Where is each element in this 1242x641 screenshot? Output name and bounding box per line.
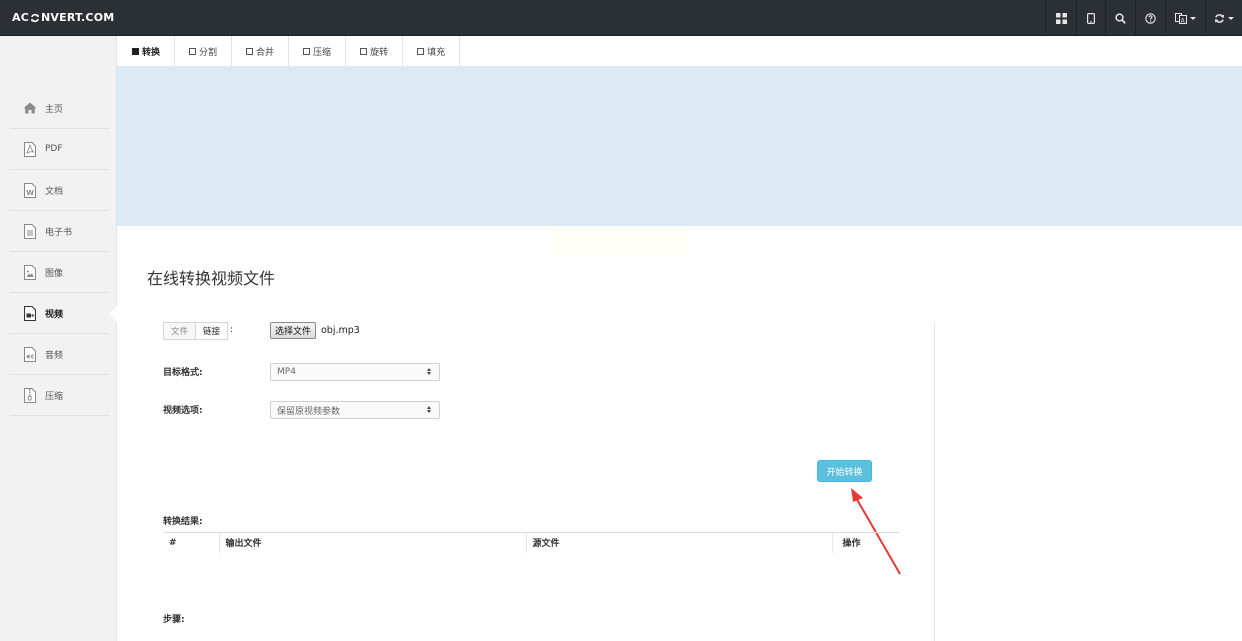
column-header-source: 源文件	[525, 532, 832, 553]
mobile-view-button[interactable]	[1076, 0, 1105, 36]
square-outline-icon	[360, 47, 368, 55]
source-type-toggle: 文件 链接	[163, 322, 229, 340]
sidebar-item-label: 电子书	[45, 227, 73, 238]
video-options-value: 保留原视频参数	[277, 406, 341, 417]
sidebar-item-document[interactable]: W 文档	[10, 170, 109, 211]
tab-fill[interactable]: 填充	[403, 36, 461, 66]
steps-label: 步骤:	[163, 615, 185, 625]
tab-label: 旋转	[370, 47, 389, 58]
tab-rotate[interactable]: 旋转	[346, 36, 404, 66]
tab-label: 填充	[427, 47, 446, 58]
video-options-select[interactable]: 保留原视频参数	[270, 401, 440, 419]
source-colon: :	[230, 325, 234, 335]
banner-ad-area	[117, 66, 1242, 226]
tab-label: 合并	[256, 47, 275, 58]
sidebar-item-image[interactable]: 图像	[10, 252, 109, 293]
table-header-row: # 输出文件 源文件 操作	[163, 532, 899, 553]
sidebar-item-label: 图像	[45, 268, 64, 279]
active-item-pointer	[109, 306, 117, 322]
select-arrows-icon	[427, 406, 431, 413]
grid-icon	[1055, 12, 1067, 24]
tab-convert[interactable]: 转换	[118, 36, 176, 66]
home-icon	[19, 102, 41, 114]
page-title: 在线转换视频文件	[147, 269, 276, 288]
help-button[interactable]	[1135, 0, 1165, 36]
square-outline-icon	[189, 47, 197, 55]
sidebar-item-home[interactable]: 主页	[10, 88, 109, 129]
chevron-down-icon	[1228, 16, 1234, 20]
search-button[interactable]	[1105, 0, 1135, 36]
logo-text-right: NVERT.COM	[41, 11, 115, 24]
convert-form-panel	[147, 322, 935, 641]
tablet-icon	[1087, 12, 1095, 24]
logo-refresh-icon	[31, 13, 39, 22]
tab-split[interactable]: 分割	[175, 36, 233, 66]
sidebar-item-label: 音频	[45, 350, 64, 361]
sidebar-item-label: PDF	[45, 144, 63, 154]
image-file-icon	[19, 264, 41, 280]
site-logo[interactable]: AC NVERT.COM	[12, 11, 114, 24]
selected-file-name: obj.mp3	[321, 325, 360, 336]
refresh-icon	[1215, 13, 1224, 23]
column-header-output: 输出文件	[218, 532, 526, 553]
square-outline-icon	[303, 47, 311, 55]
sidebar-item-audio[interactable]: 音频	[10, 334, 109, 375]
search-icon	[1115, 12, 1126, 24]
choose-file-button[interactable]: 选择文件	[270, 322, 317, 339]
help-icon	[1145, 12, 1156, 24]
ebook-file-icon	[19, 223, 41, 239]
source-link-option[interactable]: 链接	[195, 323, 228, 339]
result-label: 转换结果:	[163, 517, 203, 527]
square-icon	[132, 47, 139, 55]
sidebar-item-ebook[interactable]: 电子书	[10, 211, 109, 252]
target-format-select[interactable]: MP4	[270, 363, 440, 381]
column-header-actions: 操作	[831, 532, 899, 553]
chevron-down-icon	[1190, 16, 1196, 20]
source-file-option[interactable]: 文件	[164, 323, 195, 339]
target-format-value: MP4	[277, 367, 296, 377]
column-header-index: #	[163, 532, 219, 553]
audio-file-icon	[19, 346, 41, 362]
square-outline-icon	[417, 47, 425, 55]
language-dropdown[interactable]: A	[1165, 0, 1205, 36]
target-format-label: 目标格式:	[163, 368, 203, 378]
tab-label: 转换	[142, 47, 161, 58]
pdf-file-icon	[19, 141, 41, 157]
tab-label: 压缩	[313, 47, 332, 58]
sidebar-item-label: 主页	[45, 104, 64, 115]
sidebar: 主页 PDF W 文档 电子书 图像 视频 音频 压缩	[0, 36, 117, 641]
sidebar-item-video[interactable]: 视频	[10, 293, 109, 334]
top-navbar: AC NVERT.COM A	[0, 0, 1242, 36]
toolbar-buttons: A	[1045, 0, 1242, 36]
select-arrows-icon	[427, 368, 431, 375]
sidebar-item-label: 视频	[45, 309, 64, 320]
tab-merge[interactable]: 合并	[232, 36, 290, 66]
video-options-label: 视频选项:	[163, 406, 203, 416]
grid-button[interactable]	[1045, 0, 1076, 36]
sidebar-item-label: 文档	[45, 186, 64, 197]
result-table: # 输出文件 源文件 操作	[163, 532, 899, 553]
sidebar-item-pdf[interactable]: PDF	[10, 129, 109, 170]
start-convert-button[interactable]: 开始转换	[817, 460, 872, 482]
language-icon: A	[1175, 12, 1187, 24]
sidebar-item-archive[interactable]: 压缩	[10, 375, 109, 416]
tool-tabs: 转换 分割 合并 压缩 旋转 填充	[118, 36, 461, 66]
sidebar-item-label: 压缩	[45, 391, 64, 402]
archive-file-icon	[19, 387, 41, 403]
banner-faded-area	[550, 226, 688, 256]
tab-compress[interactable]: 压缩	[289, 36, 347, 66]
square-outline-icon	[246, 47, 254, 55]
word-file-icon: W	[19, 182, 41, 198]
tab-label: 分割	[199, 47, 218, 58]
video-file-icon	[19, 305, 41, 321]
refresh-dropdown[interactable]	[1205, 0, 1242, 36]
svg-text:W: W	[26, 189, 34, 197]
logo-text-left: AC	[12, 11, 29, 24]
